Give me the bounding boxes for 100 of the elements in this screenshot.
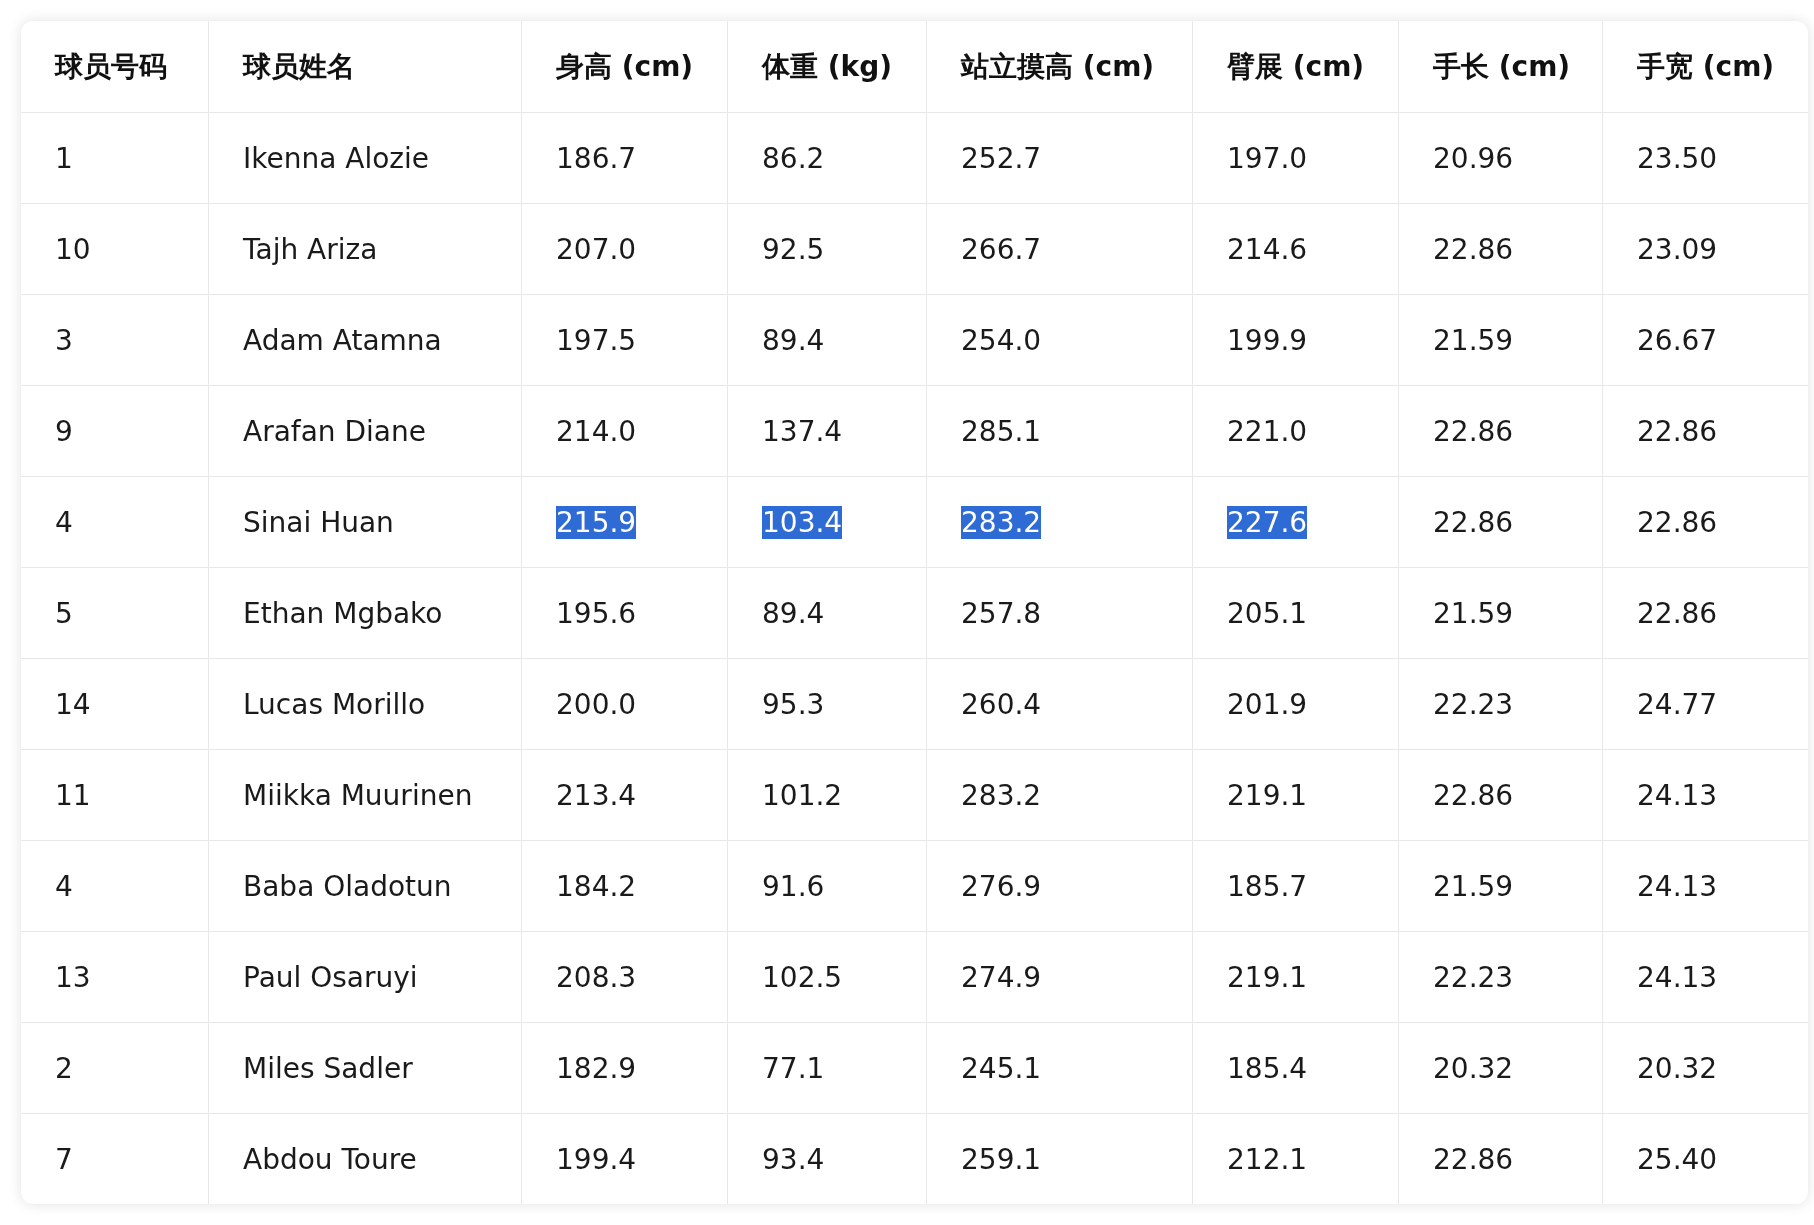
table-cell: 22.23 <box>1433 687 1514 721</box>
table-cell: 221.0 <box>1227 414 1308 448</box>
table-cell: 197.0 <box>1227 141 1308 175</box>
table-cell: 21.59 <box>1433 323 1514 357</box>
table-cell: 185.7 <box>1227 869 1308 903</box>
table-cell: 86.2 <box>762 141 825 175</box>
table-cell: 20.96 <box>1433 141 1514 175</box>
table-cell: 21.59 <box>1433 869 1514 903</box>
table-cell: 2 <box>55 1051 73 1085</box>
table-cell: 185.4 <box>1227 1051 1308 1085</box>
table-cell: Ikenna Alozie <box>243 141 430 175</box>
table-cell: 252.7 <box>961 141 1042 175</box>
table-cell: 245.1 <box>961 1051 1042 1085</box>
table-cell: Adam Atamna <box>243 323 442 357</box>
table-cell: 1 <box>55 141 73 175</box>
table-cell: 22.86 <box>1433 232 1514 266</box>
table-cell: 10 <box>55 232 91 266</box>
table-cell: 20.32 <box>1637 1051 1718 1085</box>
table-cell: Baba Oladotun <box>243 869 452 903</box>
table-cell: 219.1 <box>1227 778 1308 812</box>
table-cell: 285.1 <box>961 414 1042 448</box>
table-cell: 101.2 <box>762 778 843 812</box>
table-cell: 95.3 <box>762 687 825 721</box>
table-cell: Miles Sadler <box>243 1051 413 1085</box>
table-cell: 219.1 <box>1227 960 1308 994</box>
table-cell: 24.13 <box>1637 960 1718 994</box>
table-cell: 77.1 <box>762 1051 825 1085</box>
table-cell: 93.4 <box>762 1142 825 1176</box>
table-cell: 260.4 <box>961 687 1042 721</box>
table-cell: 23.50 <box>1637 141 1718 175</box>
table-cell: 195.6 <box>556 596 637 630</box>
table-cell: 199.9 <box>1227 323 1308 357</box>
table-cell: 22.23 <box>1433 960 1514 994</box>
column-header: 手长 (cm) <box>1433 48 1571 85</box>
table-cell: 208.3 <box>556 960 637 994</box>
table-cell: 207.0 <box>556 232 637 266</box>
table-cell: 4 <box>55 505 73 539</box>
table-cell: 26.67 <box>1637 323 1718 357</box>
table-cell: 197.5 <box>556 323 637 357</box>
table-cell: 23.09 <box>1637 232 1718 266</box>
table-cell: 7 <box>55 1142 73 1176</box>
column-header: 球员姓名 <box>243 48 355 85</box>
table-cell: 214.0 <box>556 414 637 448</box>
table-cell: 102.5 <box>762 960 843 994</box>
table-cell: 92.5 <box>762 232 825 266</box>
table-cell: 276.9 <box>961 869 1042 903</box>
table-cell: 14 <box>55 687 91 721</box>
table-cell: 22.86 <box>1637 414 1718 448</box>
table-cell: Lucas Morillo <box>243 687 426 721</box>
table-cell: 24.77 <box>1637 687 1718 721</box>
table-cell: 200.0 <box>556 687 637 721</box>
table-cell: 283.2 <box>961 505 1042 539</box>
table-cell: 22.86 <box>1433 505 1514 539</box>
table-cell: 199.4 <box>556 1142 637 1176</box>
table-cell: 227.6 <box>1227 505 1308 539</box>
table-cell: Sinai Huan <box>243 505 394 539</box>
table-cell: 257.8 <box>961 596 1042 630</box>
table-cell: Paul Osaruyi <box>243 960 418 994</box>
table-cell: Abdou Toure <box>243 1142 417 1176</box>
table-cell: Tajh Ariza <box>243 232 378 266</box>
table-cell: Ethan Mgbako <box>243 596 443 630</box>
table-cell: 254.0 <box>961 323 1042 357</box>
table-cell: 137.4 <box>762 414 843 448</box>
column-header: 手宽 (cm) <box>1637 48 1775 85</box>
table-cell: 22.86 <box>1637 505 1718 539</box>
table-cell: 91.6 <box>762 869 825 903</box>
table-cell: 13 <box>55 960 91 994</box>
table-cell: 5 <box>55 596 73 630</box>
table-cell: 22.86 <box>1433 778 1514 812</box>
table-cell: 22.86 <box>1433 414 1514 448</box>
table-cell: 212.1 <box>1227 1142 1308 1176</box>
table-cell: 283.2 <box>961 778 1042 812</box>
table-cell: 24.13 <box>1637 869 1718 903</box>
table-cell: 186.7 <box>556 141 637 175</box>
table-cell: 215.9 <box>556 505 637 539</box>
column-header: 体重 (kg) <box>762 48 892 85</box>
column-header: 站立摸高 (cm) <box>961 48 1155 85</box>
table-cell: 182.9 <box>556 1051 637 1085</box>
table-cell: 274.9 <box>961 960 1042 994</box>
table-cell: 213.4 <box>556 778 637 812</box>
table-cell: 89.4 <box>762 596 825 630</box>
table-cell: 21.59 <box>1433 596 1514 630</box>
table-cell: 20.32 <box>1433 1051 1514 1085</box>
table-cell: 22.86 <box>1637 596 1718 630</box>
table-cell: 266.7 <box>961 232 1042 266</box>
table-cell: 89.4 <box>762 323 825 357</box>
table-cell: 4 <box>55 869 73 903</box>
table-cell: 25.40 <box>1637 1142 1718 1176</box>
table-cell: 205.1 <box>1227 596 1308 630</box>
table-cell: Miikka Muurinen <box>243 778 473 812</box>
table-cell: 201.9 <box>1227 687 1308 721</box>
column-header: 球员号码 <box>55 48 167 85</box>
table-cell: 24.13 <box>1637 778 1718 812</box>
column-header: 臂展 (cm) <box>1227 48 1365 85</box>
column-header: 身高 (cm) <box>556 48 694 85</box>
table-cell: 11 <box>55 778 91 812</box>
table-cell: 103.4 <box>762 505 843 539</box>
table-cell: 9 <box>55 414 73 448</box>
table-cell: 22.86 <box>1433 1142 1514 1176</box>
table-cell: 3 <box>55 323 73 357</box>
